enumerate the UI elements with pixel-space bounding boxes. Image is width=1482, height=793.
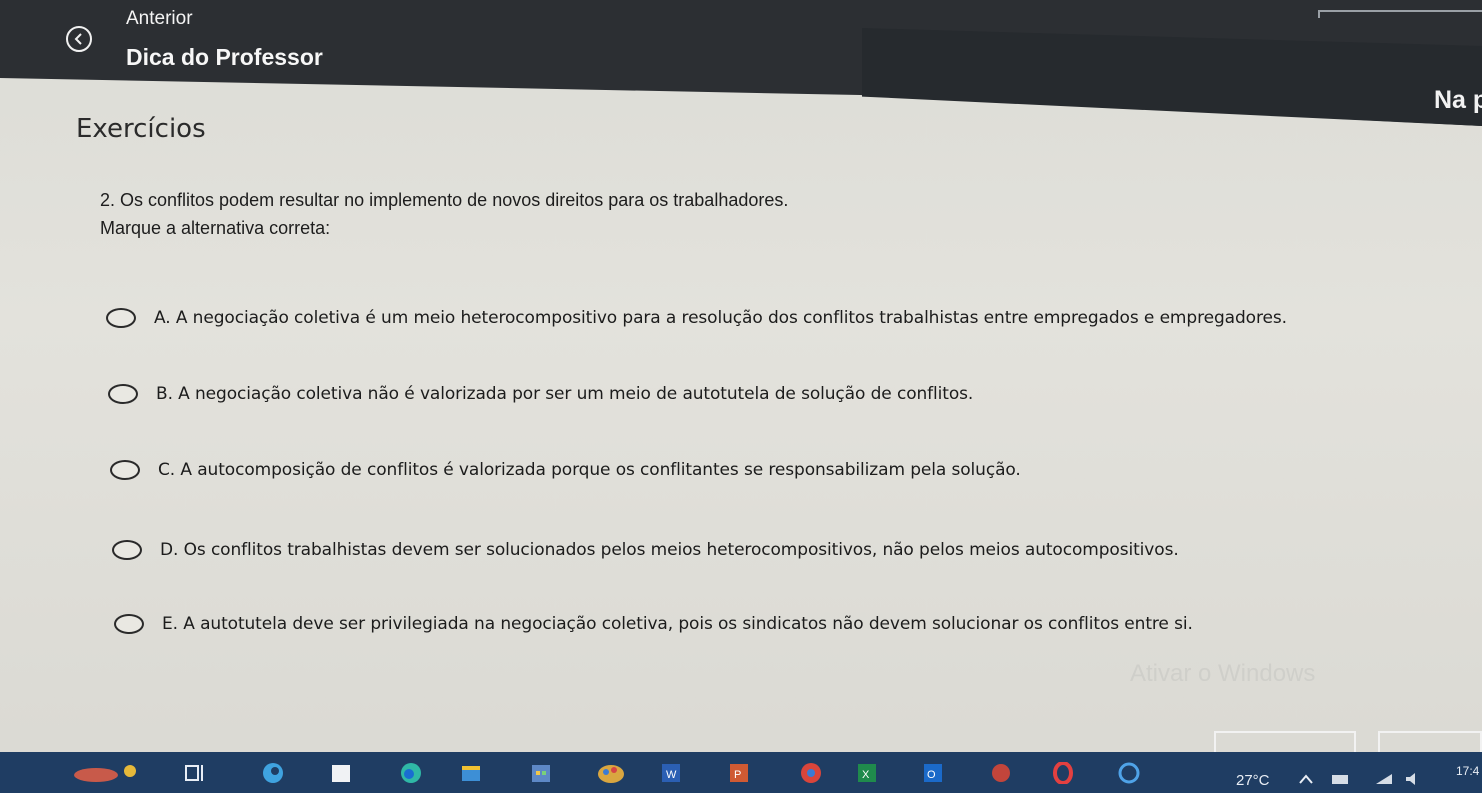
svg-text:W: W xyxy=(666,769,677,781)
option-b[interactable]: B. A negociação coletiva não é valorizad… xyxy=(108,384,973,404)
option-a[interactable]: A. A negociação coletiva é um meio heter… xyxy=(106,308,1287,328)
app-icon[interactable] xyxy=(990,762,1012,784)
battery-icon[interactable] xyxy=(1374,772,1394,786)
option-label: B. A negociação coletiva não é valorizad… xyxy=(156,384,974,404)
edge-browser-icon[interactable] xyxy=(400,762,422,784)
excel-icon[interactable]: X xyxy=(856,762,878,784)
window-frame-line xyxy=(1318,10,1482,18)
word-icon[interactable]: W xyxy=(660,762,682,784)
paint-icon[interactable] xyxy=(596,762,626,784)
activation-watermark: Ativar o Windows xyxy=(1130,660,1316,687)
page-title: Dica do Professor xyxy=(126,44,323,70)
chevron-up-icon[interactable] xyxy=(1298,772,1314,786)
right-panel-title: Na p xyxy=(1434,86,1482,114)
taskbar-preview-outline xyxy=(1378,731,1482,753)
weather-temperature[interactable]: 27°C xyxy=(1236,772,1270,789)
powerpoint-icon[interactable]: P xyxy=(728,762,750,784)
option-d[interactable]: D. Os conflitos trabalhistas devem ser s… xyxy=(112,540,1179,560)
opera-icon[interactable] xyxy=(1052,762,1074,784)
circle-app-icon[interactable] xyxy=(1118,762,1140,784)
question-text: 2. Os conflitos podem resultar no implem… xyxy=(100,190,789,210)
previous-label[interactable]: Anterior xyxy=(126,8,193,30)
option-label: A. A negociação coletiva é um meio heter… xyxy=(154,308,1287,328)
radio-button[interactable] xyxy=(108,384,138,404)
chrome-icon[interactable] xyxy=(796,762,826,784)
weather-icon[interactable] xyxy=(70,762,150,784)
store-icon[interactable] xyxy=(460,762,482,784)
clock[interactable]: 17:4 xyxy=(1456,764,1479,778)
option-label: E. A autotutela deve ser privilegiada na… xyxy=(162,614,1193,634)
radio-button[interactable] xyxy=(106,308,136,328)
network-icon[interactable] xyxy=(1330,772,1350,786)
option-c[interactable]: C. A autocomposição de conflitos é valor… xyxy=(110,460,1021,480)
question-instruction: Marque a alternativa correta: xyxy=(100,218,331,238)
radio-button[interactable] xyxy=(114,614,144,634)
taskbar-preview-outline xyxy=(1214,731,1356,753)
option-label: C. A autocomposição de conflitos é valor… xyxy=(158,460,1021,480)
task-view-icon[interactable] xyxy=(184,762,206,784)
edge-icon[interactable] xyxy=(262,762,284,784)
option-label: D. Os conflitos trabalhistas devem ser s… xyxy=(160,540,1179,560)
file-explorer-icon[interactable] xyxy=(330,762,352,784)
radio-button[interactable] xyxy=(110,460,140,480)
volume-icon[interactable] xyxy=(1404,772,1424,786)
radio-button[interactable] xyxy=(112,540,142,560)
previous-button[interactable] xyxy=(66,26,92,52)
calendar-icon[interactable] xyxy=(530,762,552,784)
svg-text:X: X xyxy=(862,769,870,781)
option-e[interactable]: E. A autotutela deve ser privilegiada na… xyxy=(114,614,1193,634)
svg-text:O: O xyxy=(927,769,936,781)
outlook-icon[interactable]: O xyxy=(922,762,944,784)
section-title: Exercícios xyxy=(76,114,206,144)
svg-text:P: P xyxy=(734,769,741,781)
chevron-left-icon xyxy=(74,33,82,45)
